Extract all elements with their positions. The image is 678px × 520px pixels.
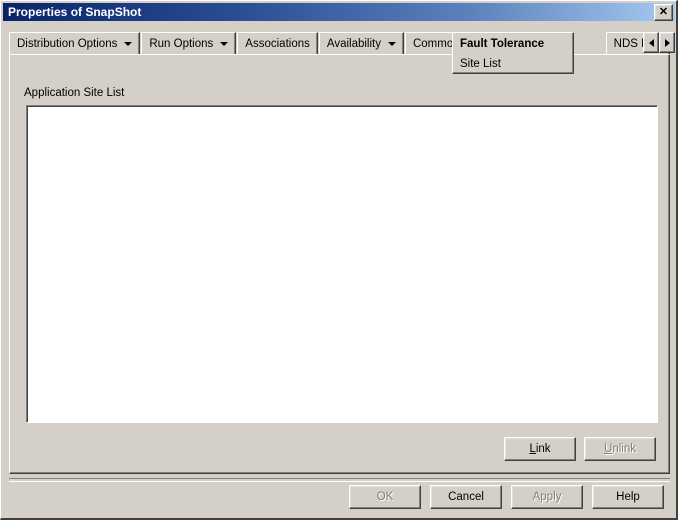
ok-button: OK	[349, 485, 421, 509]
link-button-label: Link	[529, 443, 551, 455]
tab-run-options[interactable]: Run Options	[141, 32, 237, 54]
chevron-down-icon	[220, 41, 229, 46]
tab-content-panel: Application Site List Link Unlink	[9, 54, 670, 474]
tab-scroll-right-button[interactable]	[659, 32, 675, 53]
close-icon: ✕	[658, 5, 669, 18]
help-button[interactable]: Help	[592, 485, 664, 509]
close-button[interactable]: ✕	[654, 3, 673, 21]
tab-label: Fault Tolerance	[460, 37, 545, 50]
tab-availability[interactable]: Availability	[318, 32, 404, 54]
application-site-list-label: Application Site List	[24, 87, 125, 99]
ok-button-label: OK	[376, 491, 394, 503]
apply-button-label: Apply	[532, 491, 562, 503]
unlink-button: Unlink	[584, 437, 656, 461]
tab-fault-tolerance-group: Fault Tolerance Site List	[452, 32, 574, 74]
tab-strip: Distribution Options Run Options Associa…	[9, 32, 675, 74]
tab-label: Run Options	[149, 37, 214, 50]
window-title: Properties of SnapShot	[8, 5, 142, 19]
link-button-bar: Link Unlink	[504, 437, 656, 461]
arrow-left-icon	[648, 38, 654, 47]
cancel-button-label: Cancel	[448, 491, 484, 503]
application-site-list-box[interactable]	[26, 105, 658, 423]
tab-label: Distribution Options	[17, 37, 118, 50]
arrow-right-icon	[664, 38, 670, 47]
tab-label: Availability	[326, 37, 381, 50]
title-bar[interactable]: Properties of SnapShot ✕	[3, 3, 675, 21]
tab-scroll-buttons	[643, 32, 675, 53]
tab-scroll-left-button[interactable]	[643, 32, 659, 53]
tab-label: Associations	[245, 37, 310, 50]
subtab-label: Site List	[460, 57, 501, 70]
link-button[interactable]: Link	[504, 437, 576, 461]
cancel-button[interactable]: Cancel	[430, 485, 502, 509]
tab-associations[interactable]: Associations	[237, 32, 318, 54]
properties-dialog-window: Properties of SnapShot ✕ Distribution Op…	[0, 0, 678, 520]
tab-distribution-options[interactable]: Distribution Options	[9, 32, 141, 54]
chevron-down-icon	[124, 41, 133, 46]
dialog-button-row: OK Cancel Apply Help	[349, 485, 664, 509]
subtab-site-list[interactable]: Site List	[452, 54, 574, 74]
unlink-button-label: Unlink	[604, 443, 636, 455]
tab-fault-tolerance[interactable]: Fault Tolerance	[452, 32, 574, 54]
button-row-separator	[9, 478, 670, 482]
chevron-down-icon	[387, 41, 396, 46]
help-button-label: Help	[616, 491, 640, 503]
apply-button: Apply	[511, 485, 583, 509]
